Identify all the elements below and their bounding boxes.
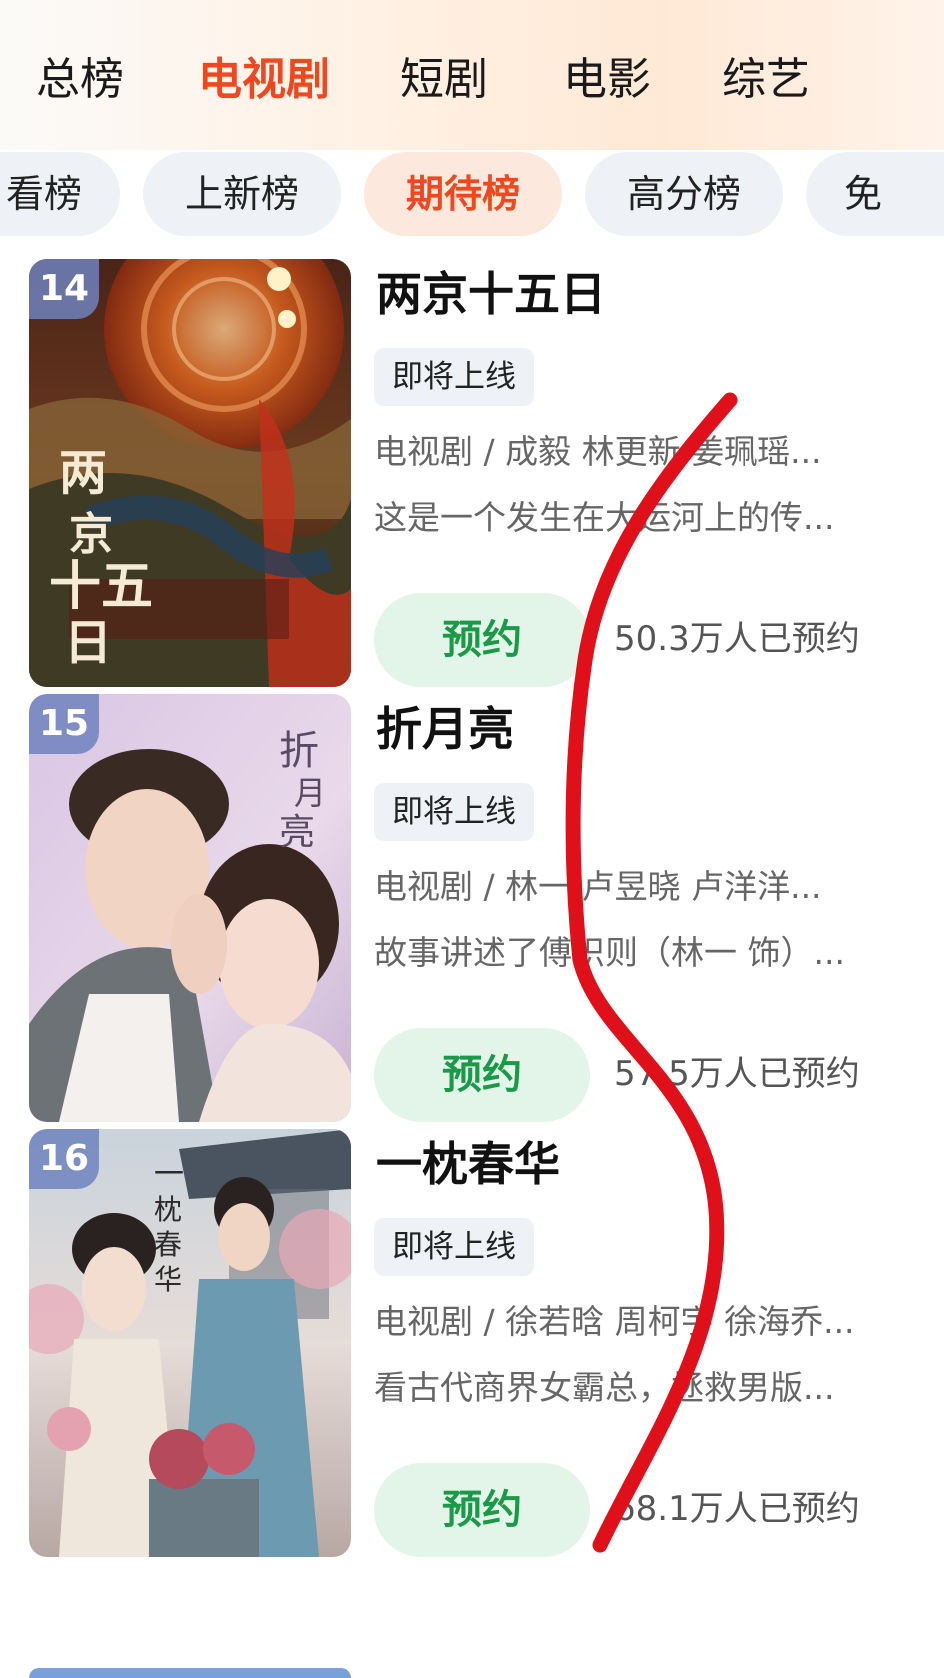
show-meta: 电视剧 / 徐若晗 周柯宇 徐海乔... — [374, 1302, 855, 1341]
list-item[interactable]: 两 京 十五 日 14 两京十五日 即将上线 电视剧 / 成毅 林更新 姜珮瑶.… — [0, 259, 944, 689]
chip-watch-ranking[interactable]: 看榜 — [0, 152, 120, 236]
reserve-button[interactable]: 预约 — [374, 593, 590, 687]
tab-short-drama[interactable]: 短剧 — [400, 45, 488, 115]
tab-movie[interactable]: 电影 — [563, 45, 651, 115]
show-description: 看古代商界女霸总，拯救男版... — [374, 1368, 835, 1407]
svg-text:折: 折 — [279, 728, 319, 774]
svg-text:亮: 亮 — [279, 812, 315, 853]
poster-image[interactable]: 折 月 亮 15 — [29, 694, 351, 1122]
status-tag: 即将上线 — [374, 783, 534, 841]
poster-art-zheyueliang: 折 月 亮 — [29, 694, 351, 1122]
svg-text:月: 月 — [294, 774, 326, 812]
next-poster-edge — [29, 1668, 351, 1678]
tab-variety[interactable]: 综艺 — [722, 45, 810, 115]
svg-text:一: 一 — [154, 1157, 184, 1192]
list-item[interactable]: 一 枕 春 华 16 一枕春华 即将上线 电视剧 / 徐若晗 周柯宇 徐海乔..… — [0, 1129, 944, 1559]
svg-text:京: 京 — [69, 509, 113, 560]
tab-tv-series[interactable]: 电视剧 — [198, 45, 330, 115]
reservation-count: 50.3万人已预约 — [614, 619, 860, 659]
reservation-count: 57.5万人已预约 — [614, 1054, 860, 1094]
chip-anticipation-ranking[interactable]: 期待榜 — [364, 152, 562, 236]
svg-text:枕: 枕 — [154, 1193, 182, 1226]
category-tabs: 总榜 电视剧 短剧 电影 综艺 — [0, 0, 944, 150]
reservation-count: 68.1万人已预约 — [614, 1489, 860, 1529]
status-tag: 即将上线 — [374, 348, 534, 406]
status-tag: 即将上线 — [374, 1218, 534, 1276]
show-description: 这是一个发生在大运河上的传... — [374, 498, 835, 537]
chip-new-ranking[interactable]: 上新榜 — [143, 152, 341, 236]
show-meta: 电视剧 / 林一 卢昱晓 卢洋洋... — [374, 867, 822, 906]
poster-art-yizhenchunhua: 一 枕 春 华 — [29, 1129, 351, 1557]
chip-label: 看榜 — [5, 172, 82, 216]
list-item[interactable]: 折 月 亮 15 折月亮 即将上线 电视剧 / 林一 卢昱晓 卢洋洋... 故事… — [0, 694, 944, 1124]
poster-image[interactable]: 两 京 十五 日 14 — [29, 259, 351, 687]
show-title[interactable]: 折月亮 — [376, 694, 514, 764]
rank-badge: 16 — [29, 1129, 99, 1189]
rank-badge: 15 — [29, 694, 99, 754]
show-title[interactable]: 一枕春华 — [376, 1129, 560, 1199]
reserve-button[interactable]: 预约 — [374, 1028, 590, 1122]
show-title[interactable]: 两京十五日 — [376, 259, 606, 329]
svg-text:日: 日 — [64, 615, 112, 671]
svg-text:十五: 十五 — [49, 556, 153, 617]
reserve-button[interactable]: 预约 — [374, 1463, 590, 1557]
svg-text:华: 华 — [154, 1263, 182, 1296]
rank-badge: 14 — [29, 259, 99, 319]
tab-overall[interactable]: 总榜 — [36, 45, 124, 115]
chip-high-score-ranking[interactable]: 高分榜 — [585, 152, 783, 236]
show-meta: 电视剧 / 成毅 林更新 姜珮瑶... — [374, 432, 822, 471]
poster-art-liangjing: 两 京 十五 日 — [29, 259, 351, 687]
svg-text:春: 春 — [154, 1228, 182, 1261]
chip-free-ranking[interactable]: 免 — [806, 152, 944, 236]
ranking-chips: 看榜 上新榜 期待榜 高分榜 免 — [0, 150, 944, 240]
show-description: 故事讲述了傅织则（林一 饰）... — [374, 933, 845, 972]
svg-text:两: 两 — [59, 445, 107, 501]
poster-image[interactable]: 一 枕 春 华 16 — [29, 1129, 351, 1557]
